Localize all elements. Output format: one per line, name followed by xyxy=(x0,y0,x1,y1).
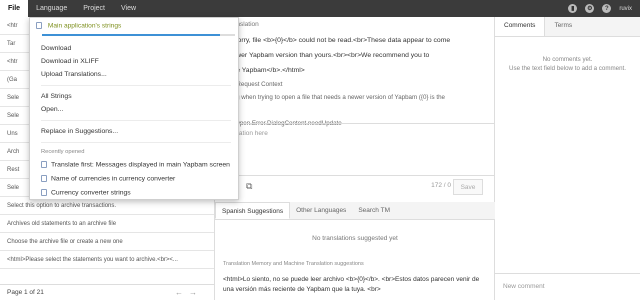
chart-icon[interactable]: ▮ xyxy=(568,4,578,13)
list-item[interactable]: Archives old statements to an archive fi… xyxy=(0,215,214,233)
list-item[interactable]: Choose the archive file or create a new … xyxy=(0,233,214,251)
tab-other-languages[interactable]: Other Languages xyxy=(290,202,352,219)
project-progress-bar xyxy=(42,34,235,36)
replace-in-suggestions-menu-item[interactable]: Replace in Suggestions... xyxy=(41,128,118,135)
previous-page-icon[interactable]: ← xyxy=(175,288,189,297)
comments-empty-line-1: No comments yet. xyxy=(542,56,593,63)
recent-item-1[interactable]: Translate first: Messages displayed in m… xyxy=(41,161,230,168)
menu-divider xyxy=(41,85,231,86)
character-counter: 172 / 0 xyxy=(431,182,451,189)
pager-arrows[interactable]: ←→ xyxy=(175,288,203,297)
document-icon xyxy=(41,161,47,168)
file-menu-dropdown: Main application's strings Download Down… xyxy=(29,17,239,200)
recent-item-2[interactable]: Name of currencies in currency converter xyxy=(41,175,175,182)
all-strings-menu-item[interactable]: All Strings xyxy=(41,93,72,100)
editor-toolbar: → ⧉ 172 / 0 Save xyxy=(215,175,495,197)
context-label[interactable]: ext : Request Context xyxy=(215,78,494,91)
open-menu-item[interactable]: Open... xyxy=(41,106,63,113)
upload-translations-menu-item[interactable]: Upload Translations... xyxy=(41,71,107,78)
next-page-icon[interactable]: → xyxy=(189,288,203,297)
suggestion-tabs: Spanish Suggestions Other Languages Sear… xyxy=(215,202,495,220)
tab-comments[interactable]: Comments xyxy=(495,17,546,36)
project-title[interactable]: Main application's strings xyxy=(48,22,121,29)
recent-item-3[interactable]: Currency converter strings xyxy=(41,189,131,196)
help-icon[interactable]: ? xyxy=(602,4,612,13)
menu-divider xyxy=(41,142,231,143)
save-button[interactable]: Save xyxy=(453,179,483,195)
user-name[interactable]: ruvix xyxy=(619,6,632,12)
source-text-3: pdate Yapbam</b>.</html> xyxy=(223,67,305,74)
comments-empty-text: No comments yet. Use the text field belo… xyxy=(495,37,640,73)
document-icon xyxy=(36,22,42,29)
menu-file[interactable]: File xyxy=(0,0,29,17)
tm-title: Translation Memory and Machine Translati… xyxy=(223,261,364,267)
top-menu-bar: File Language Project View ▮ ⚙ ? ruvix xyxy=(0,0,640,17)
context-description-2: me). xyxy=(215,104,494,117)
editor-header: r Translation xyxy=(223,21,259,28)
recent-item-label: Currency converter strings xyxy=(51,189,131,197)
context-description: dialog when trying to open a file that n… xyxy=(223,94,445,101)
menu-divider xyxy=(41,120,231,121)
pager: Page 1 of 21 ←→ xyxy=(0,284,215,300)
download-xliff-menu-item[interactable]: Download in XLIFF xyxy=(41,58,99,65)
editor-panel: r Translation br>Sorry, file <b>{0}</b> … xyxy=(215,17,495,300)
comments-panel: Comments Terms No comments yet. Use the … xyxy=(495,17,640,300)
menu-language[interactable]: Language xyxy=(28,0,75,17)
menu-view[interactable]: View xyxy=(113,0,144,17)
download-menu-item[interactable]: Download xyxy=(41,45,71,52)
clipboard-icon[interactable]: ⧉ xyxy=(246,181,252,192)
list-item[interactable]: <html>Please select the statements you w… xyxy=(0,251,214,269)
new-comment-input[interactable]: New comment xyxy=(495,273,640,300)
gear-icon[interactable]: ⚙ xyxy=(585,4,595,13)
source-text-2: a newer Yapbam version than yours.<br><b… xyxy=(223,52,430,59)
tab-terms[interactable]: Terms xyxy=(545,17,581,36)
recent-item-label: Translate first: Messages displayed in m… xyxy=(51,161,230,169)
page-indicator: Page 1 of 21 xyxy=(7,289,44,296)
topbar-actions: ▮ ⚙ ? ruvix xyxy=(568,0,632,17)
menu-project[interactable]: Project xyxy=(75,0,113,17)
source-text-1: br>Sorry, file <b>{0}</b> could not be r… xyxy=(223,37,451,44)
comments-empty-line-2: Use the text field below to add a commen… xyxy=(509,65,626,72)
comments-tabs: Comments Terms xyxy=(495,17,640,37)
no-suggestions-text: No translations suggested yet xyxy=(312,235,398,242)
tab-spanish-suggestions[interactable]: Spanish Suggestions xyxy=(215,202,291,219)
tab-search-tm[interactable]: Search TM xyxy=(352,202,396,219)
document-icon xyxy=(41,189,47,196)
tm-suggestion[interactable]: <html>Lo siento, no se puede leer archiv… xyxy=(223,275,488,295)
recently-opened-label: Recently opened xyxy=(41,149,85,155)
document-icon xyxy=(41,175,47,182)
recent-item-label: Name of currencies in currency converter xyxy=(51,175,176,183)
project-progress-fill xyxy=(42,34,220,36)
translation-input[interactable]: translation here xyxy=(215,123,495,175)
